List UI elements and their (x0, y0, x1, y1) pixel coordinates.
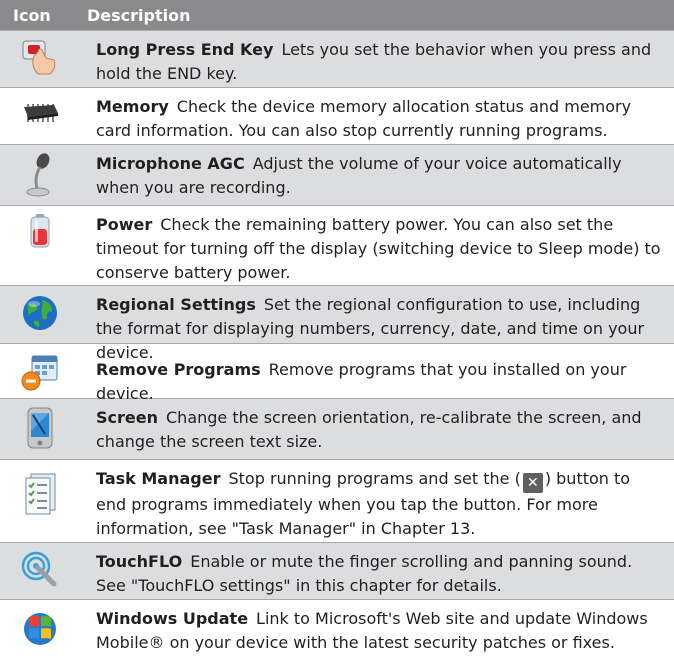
table-row: Windows Update Link to Microsoft's Web si… (0, 599, 674, 661)
row-text: Stop running programs and set the ( (228, 469, 521, 488)
microphone-icon (0, 145, 80, 198)
long-press-end-key-icon (0, 31, 80, 78)
row-text: Check the device memory allocation statu… (96, 97, 632, 140)
header-description-column: Description (87, 5, 191, 25)
row-title: Screen (96, 408, 158, 427)
task-manager-icon (0, 460, 80, 516)
row-title: Microphone AGC (96, 154, 245, 173)
row-title: Power (96, 215, 153, 234)
remove-programs-icon (0, 344, 80, 392)
table-row: Regional Settings Set the regional config… (0, 285, 674, 362)
row-title: Remove Programs (96, 360, 261, 379)
table-row: Remove Programs Remove programs that you … (0, 343, 674, 403)
table-row: TouchFLO Enable or mute the finger scroll… (0, 542, 674, 599)
row-text: Check the remaining battery power. You c… (96, 215, 661, 282)
header-icon-column: Icon (13, 5, 51, 25)
row-title: Windows Update (96, 609, 249, 628)
touchflo-icon (0, 543, 80, 590)
row-title: Regional Settings (96, 295, 256, 314)
globe-icon (0, 286, 80, 333)
table-row: Long Press End Key Lets you set the behav… (0, 30, 674, 87)
row-text: Change the screen orientation, re-calibr… (96, 408, 642, 451)
table-row: Screen Change the screen orientation, re-… (0, 398, 674, 459)
table-row: Memory Check the device memory allocation… (0, 87, 674, 144)
screen-icon (0, 399, 80, 450)
row-title: Long Press End Key (96, 40, 274, 59)
table-row: Task Manager Stop running programs and se… (0, 459, 674, 542)
row-title: Task Manager (96, 469, 221, 488)
close-button-icon: ✕ (522, 473, 543, 493)
table-header: Icon Description (0, 0, 674, 30)
settings-table: Icon Description Long Press End Key Lets … (0, 0, 674, 661)
table-row: Power Check the remaining battery power. … (0, 205, 674, 285)
row-title: TouchFLO (96, 552, 183, 571)
memory-icon (0, 88, 80, 129)
table-row: Microphone AGC Adjust the volume of your … (0, 144, 674, 205)
battery-icon (0, 206, 80, 249)
row-title: Memory (96, 97, 169, 116)
windows-update-icon (0, 600, 80, 647)
